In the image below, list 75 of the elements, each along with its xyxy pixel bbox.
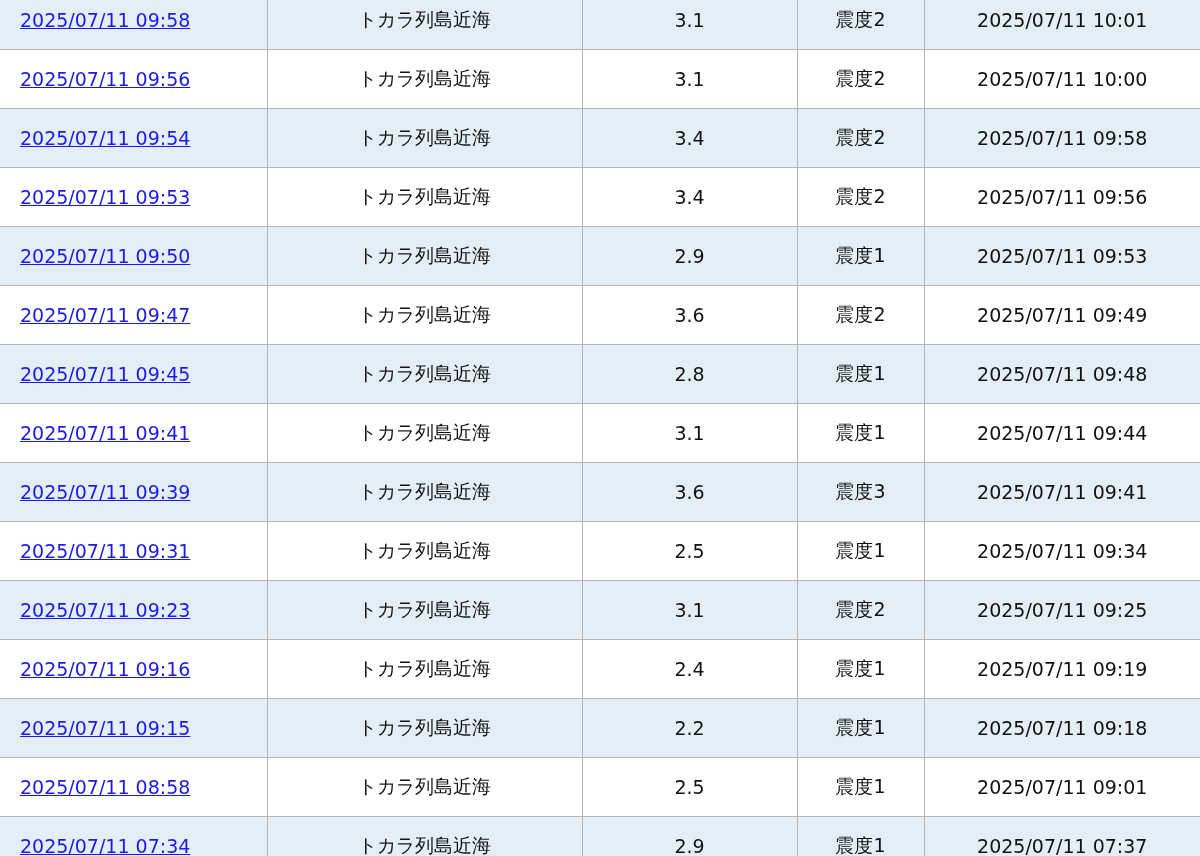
table-cell: 震度1 xyxy=(797,757,924,817)
table-cell: 3.1 xyxy=(582,580,797,640)
table-cell: 2.5 xyxy=(582,521,797,581)
origin-time-link[interactable]: 2025/07/11 09:15 xyxy=(20,717,191,739)
table-cell: 2025/07/11 09:56 xyxy=(924,167,1200,227)
table-cell: トカラ列島近海 xyxy=(267,757,582,817)
table-cell: 震度1 xyxy=(797,698,924,758)
table-cell: 2025/07/11 09:19 xyxy=(924,639,1200,699)
table-cell: 3.4 xyxy=(582,167,797,227)
table-cell: 3.1 xyxy=(582,403,797,463)
table-cell: 震度2 xyxy=(797,108,924,168)
origin-time-link[interactable]: 2025/07/11 09:31 xyxy=(20,540,191,562)
origin-time-link[interactable]: 2025/07/11 09:45 xyxy=(20,363,191,385)
origin-time-link[interactable]: 2025/07/11 09:50 xyxy=(20,245,191,267)
table-cell: トカラ列島近海 xyxy=(267,49,582,109)
table-cell: 震度1 xyxy=(797,521,924,581)
table-cell: 2025/07/11 09:41 xyxy=(924,462,1200,522)
origin-time-link[interactable]: 2025/07/11 09:53 xyxy=(20,186,191,208)
table-cell: 2025/07/11 09:58 xyxy=(924,108,1200,168)
table-cell: 震度1 xyxy=(797,639,924,699)
table-cell: 3.6 xyxy=(582,285,797,345)
origin-time-link[interactable]: 2025/07/11 09:23 xyxy=(20,599,191,621)
table-cell: トカラ列島近海 xyxy=(267,521,582,581)
table-cell: トカラ列島近海 xyxy=(267,403,582,463)
table-cell: 震度2 xyxy=(797,167,924,227)
table-cell: 3.1 xyxy=(582,49,797,109)
table-cell: 震度2 xyxy=(797,49,924,109)
table-cell: 3.6 xyxy=(582,462,797,522)
table-cell: 2.9 xyxy=(582,816,797,856)
table-cell: 2025/07/11 09:25 xyxy=(924,580,1200,640)
table-cell: トカラ列島近海 xyxy=(267,698,582,758)
origin-time-link[interactable]: 2025/07/11 09:41 xyxy=(20,422,191,444)
table-cell: トカラ列島近海 xyxy=(267,580,582,640)
table-cell: 2.4 xyxy=(582,639,797,699)
origin-time-link[interactable]: 2025/07/11 09:58 xyxy=(20,9,191,31)
origin-time-link[interactable]: 2025/07/11 09:39 xyxy=(20,481,191,503)
origin-time-link[interactable]: 2025/07/11 09:54 xyxy=(20,127,191,149)
table-cell: 震度1 xyxy=(797,816,924,856)
origin-time-link[interactable]: 2025/07/11 09:16 xyxy=(20,658,191,680)
table-cell: トカラ列島近海 xyxy=(267,816,582,856)
table-cell: 2025/07/11 09:34 xyxy=(924,521,1200,581)
origin-time-link[interactable]: 2025/07/11 08:58 xyxy=(20,776,191,798)
table-cell: トカラ列島近海 xyxy=(267,462,582,522)
table-cell: トカラ列島近海 xyxy=(267,226,582,286)
table-cell: 震度1 xyxy=(797,344,924,404)
table-cell: トカラ列島近海 xyxy=(267,108,582,168)
table-cell: 2025/07/11 10:01 xyxy=(924,0,1200,50)
origin-time-link[interactable]: 2025/07/11 07:34 xyxy=(20,835,191,856)
table-cell: 震度3 xyxy=(797,462,924,522)
table-cell: トカラ列島近海 xyxy=(267,639,582,699)
table-cell: 2025/07/11 09:44 xyxy=(924,403,1200,463)
table-cell: 2025/07/11 10:00 xyxy=(924,49,1200,109)
table-cell: 震度2 xyxy=(797,0,924,50)
table-cell: 2.9 xyxy=(582,226,797,286)
origin-time-link[interactable]: 2025/07/11 09:47 xyxy=(20,304,191,326)
table-cell: 3.1 xyxy=(582,0,797,50)
table-cell: 震度2 xyxy=(797,580,924,640)
table-cell: 2025/07/11 09:53 xyxy=(924,226,1200,286)
table-cell: 2025/07/11 09:48 xyxy=(924,344,1200,404)
table-cell: 2025/07/11 09:49 xyxy=(924,285,1200,345)
origin-time-link[interactable]: 2025/07/11 09:56 xyxy=(20,68,191,90)
table-cell: 震度1 xyxy=(797,403,924,463)
table-cell: 2025/07/11 09:01 xyxy=(924,757,1200,817)
table-cell: 3.4 xyxy=(582,108,797,168)
table-cell: 2.5 xyxy=(582,757,797,817)
table-cell: トカラ列島近海 xyxy=(267,167,582,227)
table-cell: 2025/07/11 09:18 xyxy=(924,698,1200,758)
table-cell: 2.8 xyxy=(582,344,797,404)
table-cell: 震度2 xyxy=(797,285,924,345)
table-cell: 2.2 xyxy=(582,698,797,758)
table-cell: トカラ列島近海 xyxy=(267,285,582,345)
table-cell: トカラ列島近海 xyxy=(267,0,582,50)
table-cell: 2025/07/11 07:37 xyxy=(924,816,1200,856)
table-cell: 震度1 xyxy=(797,226,924,286)
table-cell: トカラ列島近海 xyxy=(267,344,582,404)
